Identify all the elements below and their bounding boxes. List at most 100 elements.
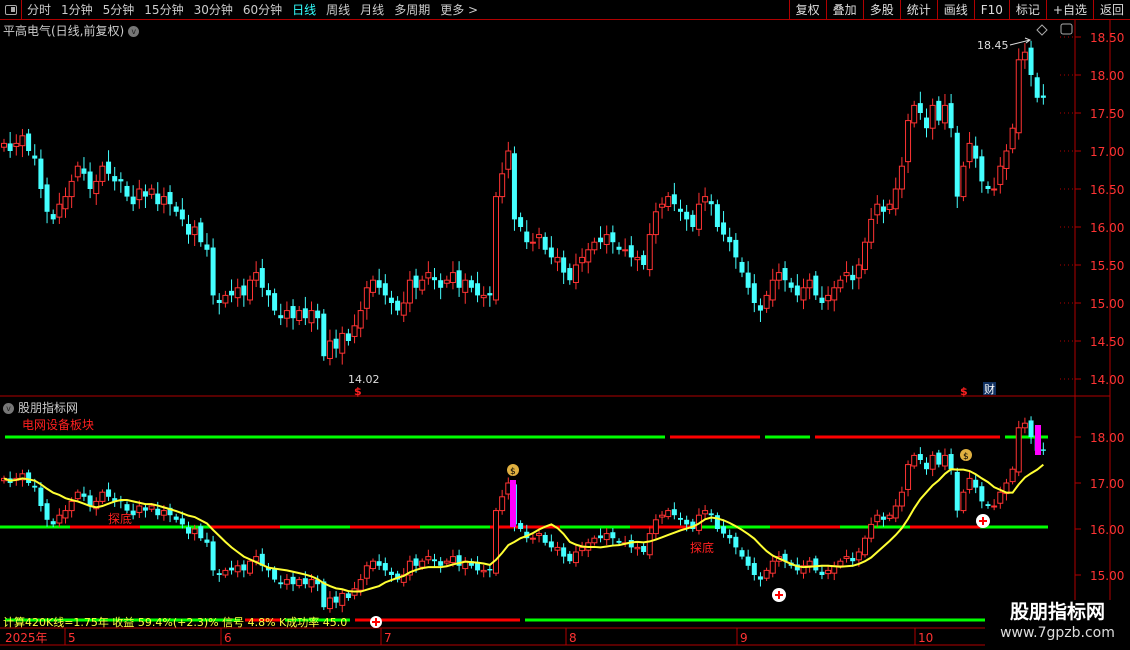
candle bbox=[554, 256, 561, 263]
candle bbox=[443, 279, 450, 284]
candle bbox=[529, 537, 536, 540]
candle bbox=[714, 204, 720, 227]
price-tick-label: 14.50 bbox=[1090, 335, 1124, 349]
indicator-name: 股朋指标网 bbox=[18, 401, 79, 415]
candle bbox=[456, 270, 462, 288]
candle bbox=[302, 578, 308, 585]
candle bbox=[886, 514, 893, 519]
candle bbox=[880, 206, 886, 212]
candle bbox=[382, 283, 388, 296]
candle bbox=[819, 297, 825, 303]
candle bbox=[641, 255, 647, 265]
candle bbox=[44, 503, 50, 520]
candle bbox=[739, 550, 745, 557]
finance-marker[interactable]: 财 bbox=[984, 382, 995, 396]
candle bbox=[62, 196, 69, 210]
candle bbox=[843, 272, 850, 277]
candle bbox=[598, 535, 604, 539]
candle bbox=[234, 287, 241, 299]
candle bbox=[1040, 95, 1046, 98]
candle bbox=[339, 592, 346, 606]
candle bbox=[419, 279, 426, 291]
candle bbox=[775, 272, 782, 281]
candle bbox=[259, 268, 265, 288]
candle bbox=[1015, 427, 1022, 473]
candle bbox=[862, 537, 868, 556]
candle bbox=[997, 491, 1004, 504]
candle bbox=[745, 272, 751, 288]
candle bbox=[62, 510, 69, 519]
buy-plus-icon bbox=[370, 616, 382, 628]
candle bbox=[757, 305, 763, 311]
candle bbox=[843, 556, 850, 559]
candle bbox=[966, 142, 973, 163]
chevron-down-icon[interactable]: v bbox=[3, 403, 14, 414]
candle bbox=[659, 203, 666, 208]
candle bbox=[813, 275, 819, 296]
diamond-icon[interactable] bbox=[1036, 24, 1048, 36]
candle bbox=[708, 513, 714, 516]
candle bbox=[1028, 47, 1034, 75]
candle bbox=[124, 504, 130, 511]
sector-label: 电网设备板块 bbox=[22, 418, 95, 432]
candle bbox=[480, 294, 487, 299]
date-label: 5 bbox=[68, 631, 76, 645]
candle bbox=[591, 241, 598, 251]
candle bbox=[751, 563, 757, 575]
candle bbox=[345, 593, 351, 598]
stock-title: 平高电气(日线,前复权) v bbox=[3, 22, 140, 39]
panel-toggle-icon[interactable] bbox=[1060, 23, 1073, 35]
candle bbox=[733, 239, 739, 258]
candle bbox=[678, 208, 683, 212]
candle bbox=[443, 560, 450, 564]
candle bbox=[511, 153, 517, 220]
candle bbox=[38, 158, 44, 189]
candle bbox=[591, 537, 598, 544]
price-tick-label: 17.00 bbox=[1090, 145, 1124, 159]
candle bbox=[93, 180, 100, 195]
candle bbox=[376, 280, 382, 288]
candle bbox=[419, 560, 426, 568]
candle bbox=[475, 563, 481, 571]
candle bbox=[788, 282, 794, 288]
candle bbox=[210, 541, 216, 571]
candle bbox=[400, 302, 407, 316]
dollar-marker[interactable]: $ bbox=[960, 385, 968, 398]
candle bbox=[892, 188, 899, 210]
candle bbox=[136, 505, 143, 513]
candle bbox=[665, 196, 672, 207]
date-label: 7 bbox=[384, 631, 392, 645]
candle bbox=[831, 287, 838, 301]
candle bbox=[487, 293, 493, 296]
candle bbox=[438, 561, 444, 566]
candle bbox=[782, 268, 788, 281]
candle bbox=[634, 256, 641, 261]
date-axis: 2025年 5 6 7 8 9 10 bbox=[5, 628, 933, 645]
candle bbox=[665, 510, 672, 518]
candle bbox=[751, 283, 757, 303]
candle bbox=[579, 256, 586, 264]
candle bbox=[929, 454, 936, 470]
candle bbox=[948, 454, 954, 470]
candle bbox=[941, 104, 948, 124]
candle bbox=[628, 245, 634, 258]
candle bbox=[862, 241, 868, 271]
candle bbox=[106, 489, 112, 497]
candle bbox=[68, 180, 75, 198]
kline-chart[interactable]: 18.50 18.00 17.50 17.00 16.50 16.00 15.50 15.00… bbox=[0, 0, 1130, 650]
candle bbox=[136, 188, 143, 201]
chevron-down-icon[interactable]: v bbox=[128, 26, 140, 37]
candle bbox=[167, 192, 173, 205]
candle bbox=[892, 505, 899, 519]
candle bbox=[142, 507, 148, 511]
price-tick-label: 15.50 bbox=[1090, 259, 1124, 273]
indicator-axis: 18.00 17.00 16.00 15.00 bbox=[1075, 431, 1124, 583]
candle bbox=[499, 173, 506, 198]
candle bbox=[148, 505, 155, 510]
candle bbox=[216, 573, 222, 575]
dollar-marker[interactable]: $ bbox=[354, 385, 362, 398]
candle bbox=[954, 471, 960, 511]
price-tick-label: 18.50 bbox=[1090, 31, 1124, 45]
candle bbox=[333, 338, 339, 349]
candle bbox=[155, 193, 161, 205]
